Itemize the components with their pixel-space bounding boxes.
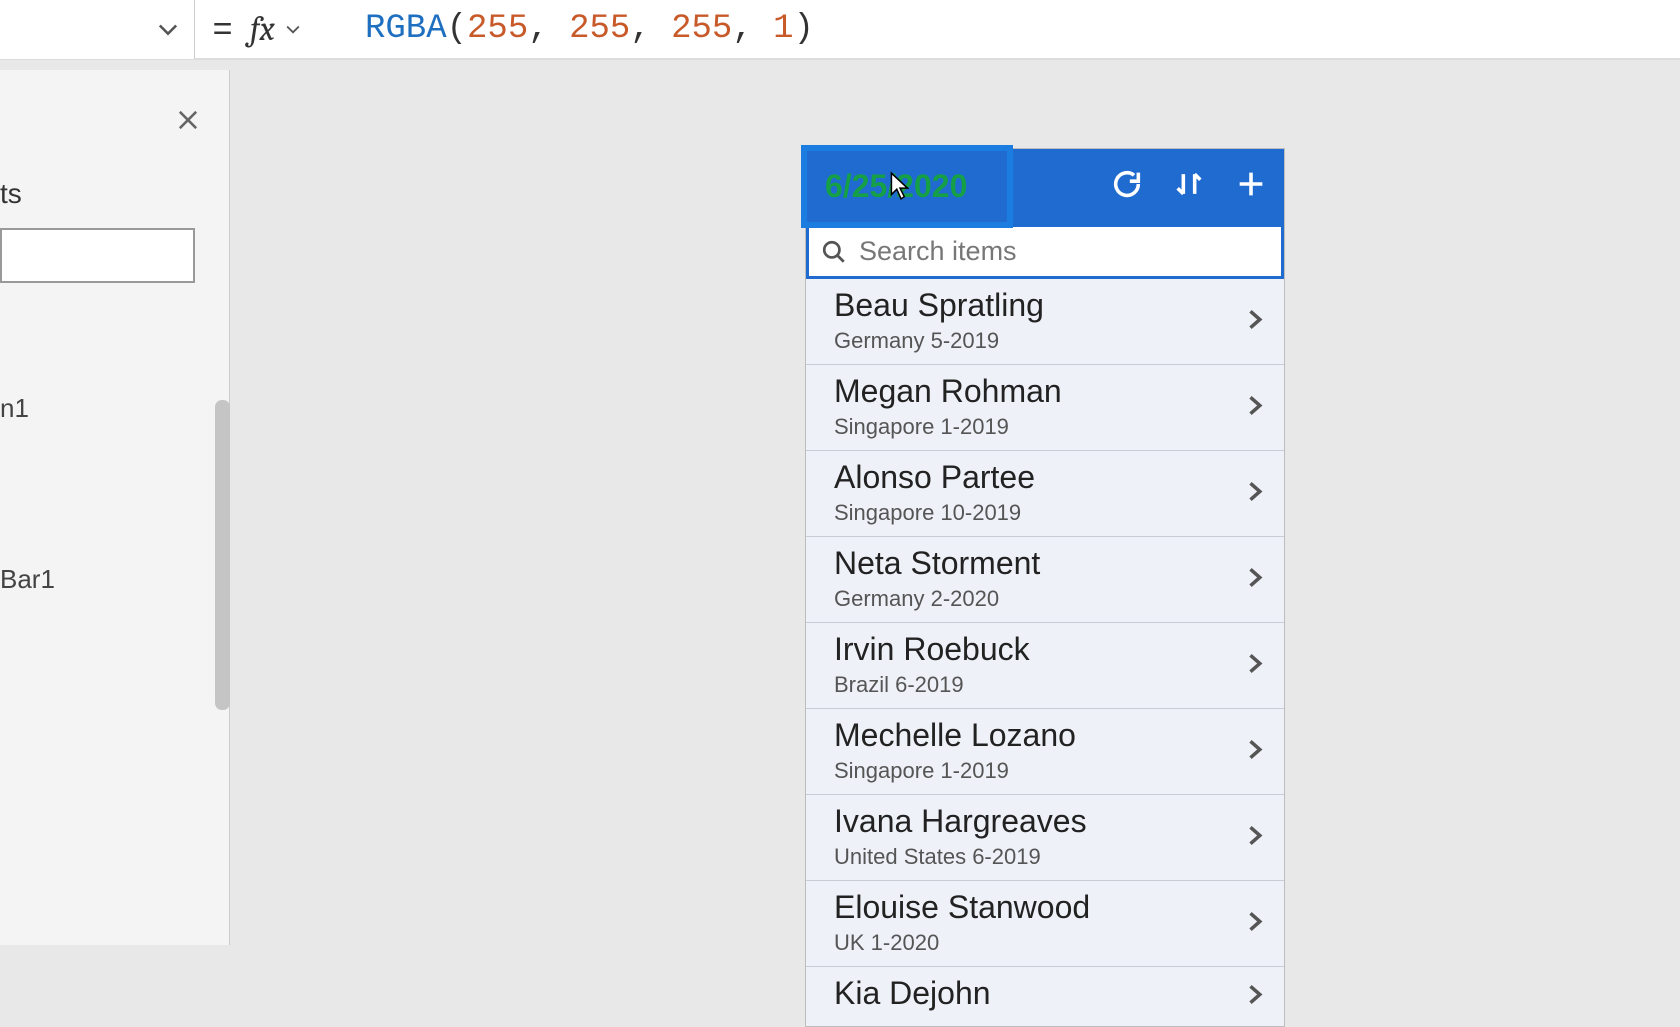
formula-input[interactable]: RGBA(255, 255, 255, 1) <box>335 10 814 48</box>
sort-button[interactable] <box>1172 167 1206 206</box>
property-dropdown[interactable] <box>0 0 195 59</box>
close-icon <box>174 106 202 134</box>
app-header: 6/25/2020 <box>806 149 1284 224</box>
list-item-subtitle: UK 1-2020 <box>834 930 1266 956</box>
fx-label[interactable]: fx <box>250 9 335 49</box>
list-item[interactable]: Irvin Roebuck Brazil 6-2019 <box>806 623 1284 709</box>
chevron-right-icon[interactable] <box>1240 649 1268 682</box>
list-item-title: Beau Spratling <box>834 287 1266 324</box>
chevron-right-icon[interactable] <box>1240 907 1268 940</box>
list-item-title: Ivana Hargreaves <box>834 803 1266 840</box>
list-item-title: Neta Storment <box>834 545 1266 582</box>
formula-fn-name: RGBA <box>365 10 447 48</box>
panel-heading: ts <box>0 178 229 210</box>
tree-item-2[interactable]: Bar1 <box>0 564 229 595</box>
list-item-title: Mechelle Lozano <box>834 717 1266 754</box>
search-placeholder: Search items <box>859 236 1017 267</box>
refresh-icon <box>1110 167 1144 201</box>
close-button[interactable] <box>168 100 208 140</box>
list-item-title: Elouise Stanwood <box>834 889 1266 926</box>
formula-bar: = fx RGBA(255, 255, 255, 1) <box>0 0 1680 60</box>
list-item-subtitle: Germany 2-2020 <box>834 586 1266 612</box>
chevron-down-icon <box>154 15 182 43</box>
list-item[interactable]: Alonso Partee Singapore 10-2019 <box>806 451 1284 537</box>
formula-close-paren: ) <box>794 10 814 48</box>
chevron-right-icon[interactable] <box>1240 391 1268 424</box>
list-item-subtitle: Brazil 6-2019 <box>834 672 1266 698</box>
list-item[interactable]: Ivana Hargreaves United States 6-2019 <box>806 795 1284 881</box>
fx-text: fx <box>250 9 275 49</box>
chevron-right-icon[interactable] <box>1240 563 1268 596</box>
tree-item-1[interactable]: n1 <box>0 393 229 424</box>
item-list: Beau Spratling Germany 5-2019 Megan Rohm… <box>806 279 1284 1026</box>
left-panel: ts n1 Bar1 <box>0 70 230 945</box>
formula-comma: , <box>528 10 569 48</box>
formula-comma: , <box>630 10 671 48</box>
chevron-right-icon[interactable] <box>1240 821 1268 854</box>
list-item-subtitle: United States 6-2019 <box>834 844 1266 870</box>
selected-title-label[interactable]: 6/25/2020 <box>801 145 1013 228</box>
sort-icon <box>1172 167 1206 201</box>
chevron-right-icon[interactable] <box>1240 980 1268 1013</box>
list-item-subtitle: Singapore 1-2019 <box>834 414 1266 440</box>
search-row[interactable]: Search items <box>806 224 1284 279</box>
list-item[interactable]: Neta Storment Germany 2-2020 <box>806 537 1284 623</box>
formula-arg-0: 255 <box>467 10 528 48</box>
chevron-right-icon[interactable] <box>1240 735 1268 768</box>
formula-comma: , <box>732 10 773 48</box>
list-item-subtitle: Singapore 10-2019 <box>834 500 1266 526</box>
app-screen[interactable]: 6/25/2020 Search items <box>805 148 1285 1027</box>
plus-icon <box>1234 167 1268 201</box>
chevron-right-icon[interactable] <box>1240 305 1268 338</box>
list-item[interactable]: Elouise Stanwood UK 1-2020 <box>806 881 1284 967</box>
app-title-text: 6/25/2020 <box>825 168 967 205</box>
formula-open-paren: ( <box>447 10 467 48</box>
refresh-button[interactable] <box>1110 167 1144 206</box>
list-item[interactable]: Mechelle Lozano Singapore 1-2019 <box>806 709 1284 795</box>
scrollbar-thumb[interactable] <box>215 400 230 710</box>
add-button[interactable] <box>1234 167 1268 206</box>
formula-arg-1: 255 <box>569 10 630 48</box>
canvas-area[interactable]: 6/25/2020 Search items <box>230 70 1680 945</box>
list-item-subtitle: Singapore 1-2019 <box>834 758 1266 784</box>
search-icon <box>821 239 847 265</box>
formula-arg-3: 1 <box>773 10 793 48</box>
list-item[interactable]: Kia Dejohn <box>806 967 1284 1026</box>
chevron-down-icon <box>283 19 303 39</box>
list-item-title: Megan Rohman <box>834 373 1266 410</box>
equals-sign: = <box>195 10 250 49</box>
list-item[interactable]: Megan Rohman Singapore 1-2019 <box>806 365 1284 451</box>
list-item-title: Kia Dejohn <box>834 975 1266 1012</box>
list-item[interactable]: Beau Spratling Germany 5-2019 <box>806 279 1284 365</box>
chevron-right-icon[interactable] <box>1240 477 1268 510</box>
list-item-subtitle: Germany 5-2019 <box>834 328 1266 354</box>
list-item-title: Alonso Partee <box>834 459 1266 496</box>
panel-search-input[interactable] <box>0 228 195 283</box>
header-icons <box>1110 167 1268 206</box>
list-item-title: Irvin Roebuck <box>834 631 1266 668</box>
formula-arg-2: 255 <box>671 10 732 48</box>
